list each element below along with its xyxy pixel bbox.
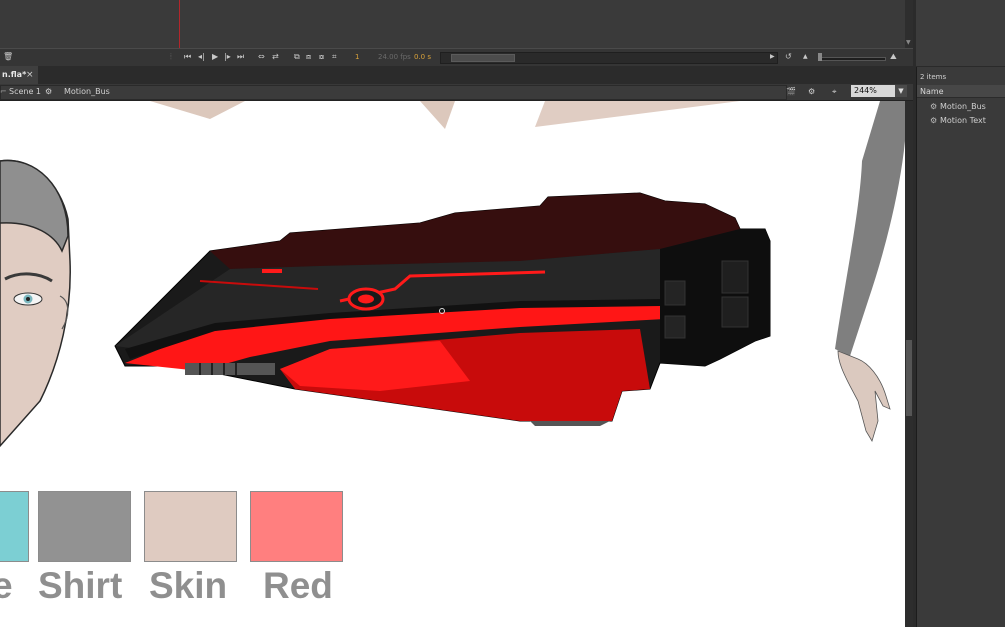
document-tab-bar: n.fla* ×	[0, 66, 913, 84]
timeline-zoom-slider[interactable]	[818, 57, 886, 61]
library-item[interactable]: ⚙ Motion Text	[930, 114, 986, 127]
zoom-out-mountain-icon[interactable]: ▲	[803, 51, 808, 63]
trash-icon[interactable]: 🗑	[3, 51, 13, 63]
zoom-input[interactable]: 244%	[851, 85, 895, 97]
breadcrumb-scene[interactable]: Scene 1	[9, 86, 41, 98]
swatch-shirt	[38, 491, 131, 562]
character-head-illustration	[0, 159, 71, 448]
onion-skin-outlines-icon[interactable]: ⧈	[306, 51, 311, 63]
onion-skin-icon[interactable]: ⧉	[294, 51, 300, 63]
center-frame-icon[interactable]: ⇄	[272, 51, 279, 63]
stage-artwork[interactable]	[0, 101, 905, 627]
chevron-down-icon[interactable]: ▼	[895, 85, 907, 97]
swatch-teal	[0, 491, 29, 562]
swatch-skin	[144, 491, 237, 562]
library-item-label: Motion_Bus	[940, 102, 986, 111]
back-arrow-icon[interactable]: ⌐	[0, 86, 7, 98]
swatch-label-skin: Skin	[149, 565, 228, 606]
movieclip-symbol-icon: ⚙	[930, 116, 938, 125]
shape-top-right	[535, 101, 740, 127]
center-stage-icon[interactable]: ⌖	[832, 86, 837, 98]
swatch-label: e	[0, 565, 13, 606]
swatch-label-red: Red	[263, 565, 333, 606]
play-icon[interactable]: ▶	[212, 51, 218, 63]
edit-bar: ⌐ Scene 1 ⚙ Motion_Bus 🎬 ⚙ ⌖ 244% ▼	[0, 84, 913, 101]
library-item-label: Motion Text	[940, 116, 986, 125]
go-to-last-frame-icon[interactable]: ⏭	[237, 51, 244, 63]
scrollbar-thumb[interactable]	[906, 340, 912, 416]
undo-refresh-icon[interactable]: ↺	[785, 51, 792, 63]
library-name-column-header[interactable]: Name	[917, 85, 1005, 98]
breadcrumb-symbol[interactable]: Motion_Bus	[64, 86, 110, 98]
library-item-count: 2 items	[920, 73, 947, 81]
motion-bus-vehicle	[114, 192, 771, 426]
zoom-slider-knob[interactable]	[818, 53, 822, 61]
swatch-red	[250, 491, 343, 562]
go-to-first-frame-icon[interactable]: ⏮	[184, 51, 191, 63]
library-item[interactable]: ⚙ Motion_Bus	[930, 100, 986, 113]
zoom-in-mountain-icon[interactable]: ⛰	[890, 51, 897, 63]
stage-canvas[interactable]: e Shirt Skin Red	[0, 101, 905, 627]
breadcrumb	[0, 85, 787, 100]
document-tab-label: n.fla*	[2, 70, 27, 79]
movieclip-symbol-icon: ⚙	[930, 102, 938, 111]
timeline-frames-area[interactable]	[0, 0, 913, 48]
frame-rate-readout[interactable]: 24.00 fps	[378, 51, 411, 63]
edit-symbols-icon[interactable]: ⚙	[808, 86, 815, 98]
scroll-right-arrow-icon[interactable]: ▶	[770, 51, 775, 63]
timeline-horizontal-scrollbar[interactable]	[440, 52, 778, 64]
step-back-icon[interactable]: ◂|	[198, 51, 205, 63]
current-frame-readout[interactable]: 1	[355, 51, 359, 63]
library-preview-area	[916, 0, 1005, 67]
edit-multiple-frames-icon[interactable]: ⧇	[319, 51, 324, 63]
swatch-label-shirt: Shirt	[38, 565, 123, 606]
divider-grip: ⦙	[170, 52, 172, 61]
close-icon[interactable]: ×	[26, 66, 34, 84]
shape-top-mid	[420, 101, 455, 129]
loop-icon[interactable]: ⇔	[258, 51, 265, 63]
timeline-controls-bar: 🗑 ⦙ ⏮ ◂| ▶ |▸ ⏭ ⇔ ⇄ ⧉ ⧈ ⧇ ⌗ 1 24.00 fps …	[0, 48, 913, 67]
edit-scene-icon[interactable]: 🎬	[786, 86, 796, 98]
scrollbar-thumb[interactable]	[451, 54, 515, 62]
modify-onion-markers-icon[interactable]: ⌗	[332, 51, 337, 63]
shape-top-left	[150, 101, 245, 119]
character-arm-illustration	[835, 101, 905, 442]
playhead[interactable]	[179, 0, 180, 48]
elapsed-time-readout[interactable]: 0.0 s	[414, 51, 431, 63]
scroll-down-arrow-icon[interactable]: ▼	[906, 40, 912, 46]
step-forward-icon[interactable]: |▸	[224, 51, 231, 63]
symbol-icon: ⚙	[45, 87, 53, 96]
